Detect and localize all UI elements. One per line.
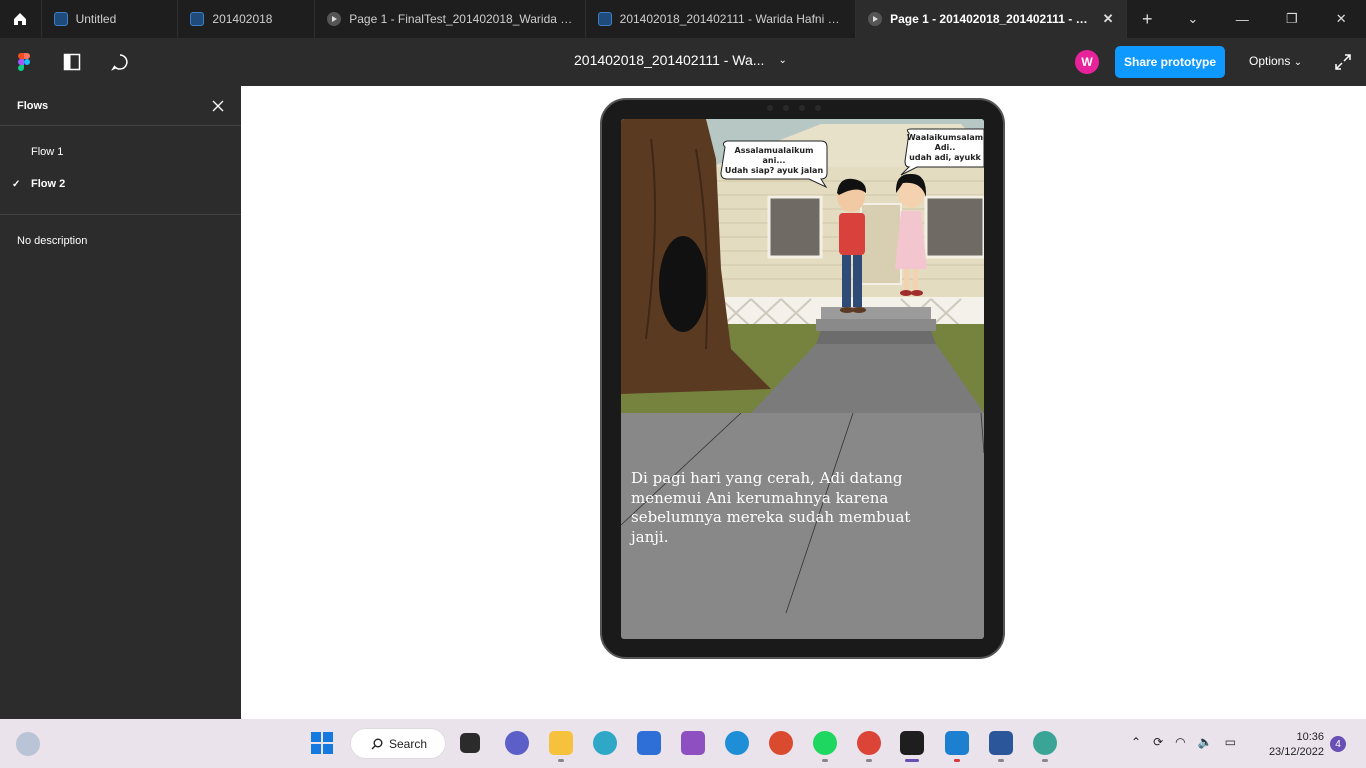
taskbar-clock[interactable]: 10:36 23/12/2022 [1262,730,1324,760]
plus-icon: + [1142,8,1153,29]
volume-icon[interactable]: 🔈 [1198,735,1213,749]
chevron-down-icon: ⌄ [778,54,787,66]
flows-list: Flow 1 ✓ Flow 2 [0,126,241,215]
user-avatar[interactable]: W [1075,50,1099,74]
bubble-adi-line-2: ani... [763,156,786,165]
document-title: 201402018_201402111 - Wa... [574,52,765,68]
close-window-button[interactable]: ✕ [1317,0,1366,38]
sync-icon[interactable]: ⟳ [1153,735,1163,749]
prototype-toolbar: 201402018_201402111 - Wa... ⌄ W Share pr… [0,38,1366,86]
browser-tab-bar: Untitled 201402018 Page 1 - FinalTest_20… [0,0,1366,38]
chevron-up-icon[interactable]: ⌃ [1131,735,1141,749]
bubble-adi-line-3: Udah siap? ayuk jalan [725,166,824,175]
story-narration: Di pagi hari yang cerah, Adi datang mene… [631,469,911,546]
restore-icon: ❐ [1285,11,1298,26]
share-prototype-button[interactable]: Share prototype [1115,46,1225,78]
start-button[interactable] [311,732,333,754]
flows-sidebar: Flows Flow 1 ✓ Flow 2 No description [0,86,241,719]
flows-header: Flows [0,86,241,126]
windows-logo-icon [311,732,321,742]
prototype-play-icon [327,12,342,26]
comment-icon [111,54,128,71]
prototype-play-icon [868,12,883,26]
tab-close-icon[interactable]: ✕ [1103,11,1114,27]
close-icon: ✕ [1335,11,1347,26]
game-app-icon[interactable] [769,731,793,755]
toggle-sidebar-button[interactable] [48,38,96,86]
photos-app-icon[interactable] [945,731,969,755]
comment-button[interactable] [96,38,144,86]
tab-untitled[interactable]: Untitled [42,0,179,38]
clock-time: 10:36 [1296,731,1324,743]
bubble-ani-line-3: udah adi, ayukk [909,153,981,162]
chevron-down-icon: ⌄ [1293,57,1303,68]
tab-list-button[interactable]: ⌄ [1168,0,1217,38]
bubble-adi-line-1: Assalamualaikum [735,146,814,155]
figma-app-icon[interactable] [900,731,924,755]
search-icon [371,738,383,749]
flow-description: No description [17,235,88,247]
tab-design-file[interactable]: 201402018_201402111 - Warida Hafni Har [586,0,857,38]
flow-item-1[interactable]: Flow 1 [0,136,241,168]
figma-menu-button[interactable] [0,38,48,86]
tab-finaltest-prototype[interactable]: Page 1 - FinalTest_201402018_Warida Hafn… [315,0,586,38]
system-tray: ⌃ ⟳ ◠ 🔈 ▭ [1131,735,1236,749]
wifi-icon[interactable]: ◠ [1175,735,1185,749]
word-icon[interactable] [989,731,1013,755]
figma-file-icon [53,12,68,26]
bubble-ani-line-2: Adi.. [935,143,956,152]
new-tab-button[interactable]: + [1127,0,1169,38]
edge-icon[interactable] [593,731,617,755]
home-button[interactable] [0,0,42,38]
edge-profile-icon[interactable] [1033,731,1057,755]
device-camera [767,105,821,111]
tab-active-prototype[interactable]: Page 1 - 201402018_201402111 - Warida Ha… [856,0,1127,38]
tablet-device-frame: Assalamualaikum ani... Udah siap? ayuk j… [600,98,1005,659]
taskbar-search[interactable]: Search [350,728,446,759]
clock-date: 23/12/2022 [1268,746,1324,758]
battery-icon[interactable]: ▭ [1225,735,1236,749]
file-explorer-icon[interactable] [549,731,573,755]
sidebar-icon [63,53,81,71]
minimize-icon: — [1235,11,1249,27]
task-view-icon[interactable] [460,733,480,753]
flows-title: Flows [17,99,49,112]
teams-chat-icon[interactable] [505,731,529,755]
figma-file-icon [190,12,205,26]
figma-file-icon [597,12,612,26]
tab-201402018[interactable]: 201402018 [178,0,316,38]
close-icon[interactable] [212,100,224,112]
story-illustration: Assalamualaikum ani... Udah siap? ayuk j… [621,119,984,413]
weather-icon[interactable] [16,732,40,756]
options-button[interactable]: Options ⌄ [1249,54,1302,68]
spotify-icon[interactable] [813,731,837,755]
microsoft-store-icon[interactable] [637,731,661,755]
windows-taskbar: Search ⌃ ⟳ ◠ 🔈 ▭ 10:36 23/12/2022 4 [0,719,1366,768]
prototype-canvas: Assalamualaikum ani... Udah siap? ayuk j… [241,86,1366,719]
flow-item-2[interactable]: ✓ Flow 2 [0,168,241,200]
restore-button[interactable]: ❐ [1267,0,1316,38]
podcast-app-icon[interactable] [681,731,705,755]
fullscreen-icon[interactable] [1333,52,1353,72]
bubble-ani-line-1: Waalaikumsalam [907,133,983,142]
notification-badge[interactable]: 4 [1330,736,1346,752]
checkmark-icon: ✓ [12,178,21,190]
chrome-icon[interactable] [857,731,881,755]
document-title-dropdown[interactable]: 201402018_201402111 - Wa... ⌄ [574,52,787,68]
prototype-screen[interactable]: Assalamualaikum ani... Udah siap? ayuk j… [621,119,984,639]
figma-logo-icon [18,53,30,71]
chevron-down-icon: ⌄ [1187,11,1199,26]
home-icon [14,13,27,25]
minimize-button[interactable]: — [1218,0,1267,38]
help-app-icon[interactable] [725,731,749,755]
